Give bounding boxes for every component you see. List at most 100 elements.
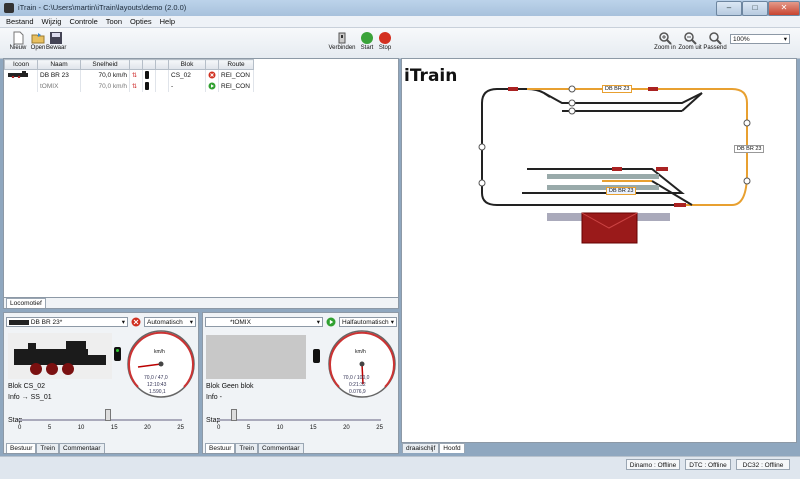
start-button[interactable]: Start <box>358 31 376 51</box>
save-button[interactable]: Bewaar <box>46 31 66 51</box>
chevron-down-icon: ▾ <box>121 319 125 326</box>
loco-block: - <box>168 81 206 92</box>
play-icon[interactable] <box>205 81 219 92</box>
tab-bestuur[interactable]: Bestuur <box>205 443 236 453</box>
zoom-out-button[interactable]: Zoom uit <box>678 31 702 51</box>
red-light-icon <box>378 31 392 45</box>
chevron-down-icon: ▾ <box>189 319 193 326</box>
speed-slider[interactable] <box>18 419 182 421</box>
tab-draaischijf[interactable]: draaischijf <box>402 443 440 453</box>
train-label-top[interactable]: DB BR 23 <box>602 85 633 93</box>
direction-icon: ⇅ <box>129 81 143 92</box>
zoom-fit-icon <box>708 31 722 45</box>
minimize-button[interactable]: – <box>716 1 742 16</box>
mode-select[interactable]: Automatisch ▾ <box>144 317 196 327</box>
connect-icon <box>335 31 349 45</box>
control-panel-1: DB BR 23* ▾ Automatisch ▾ km/h 70,0 / 47… <box>3 312 199 454</box>
loco-name: DB BR 23 <box>37 69 81 81</box>
menu-help[interactable]: Help <box>160 16 175 27</box>
status-dtc: DTC : Offline <box>685 459 731 470</box>
train-label-mid[interactable]: DB BR 23 <box>606 187 637 195</box>
status-dinamo: Dinamo : Offline <box>626 459 680 470</box>
col-route[interactable]: Route <box>218 59 254 70</box>
block-value: Geen blok <box>221 383 254 390</box>
loco-route: REI_CON <box>218 81 254 92</box>
folder-icon <box>31 31 45 45</box>
signal-icon <box>142 69 156 81</box>
new-file-icon <box>11 31 25 45</box>
stop-icon[interactable] <box>205 69 219 81</box>
step-scale: 0 5 10 15 20 25 <box>217 425 383 431</box>
block-value: CS_02 <box>23 383 45 390</box>
menu-controle[interactable]: Controle <box>69 16 97 27</box>
tab-commentaar[interactable]: Commentaar <box>257 443 304 453</box>
chevron-down-icon: ▾ <box>783 36 787 43</box>
tab-commentaar[interactable]: Commentaar <box>58 443 105 453</box>
zoom-in-button[interactable]: Zoom in <box>654 31 676 51</box>
track-layout-panel: iTrain DB BR 23 DB BR 23 DB BR 23 draais… <box>401 58 797 453</box>
stop-icon[interactable] <box>131 317 141 327</box>
loco-select[interactable]: *tOMIX ▾ <box>205 317 323 327</box>
play-icon[interactable] <box>326 317 336 327</box>
app-icon <box>4 3 14 13</box>
col-icon[interactable]: Icoon <box>4 59 38 70</box>
loco-name: tOMIX <box>37 81 81 92</box>
track-diagram <box>478 85 751 244</box>
tab-trein[interactable]: Trein <box>36 443 59 453</box>
window-title: iTrain - C:\Users\martin\iTrain\layouts\… <box>18 3 187 12</box>
speed-slider[interactable] <box>217 419 381 421</box>
table-row[interactable]: tOMIX 70,0 km/h ⇅ - REI_CON <box>4 81 254 92</box>
zoom-in-icon <box>658 31 672 45</box>
step-scale: 0 5 10 15 20 25 <box>18 425 184 431</box>
green-light-icon <box>360 31 374 45</box>
signal-icon <box>114 347 121 361</box>
info-value: - <box>219 394 222 401</box>
col-speed[interactable]: Snelheid <box>80 59 130 70</box>
save-icon <box>49 31 63 45</box>
loco-block: CS_02 <box>168 69 206 81</box>
menu-bestand[interactable]: Bestand <box>6 16 34 27</box>
menu-opties[interactable]: Opties <box>130 16 152 27</box>
layout-canvas[interactable]: iTrain DB BR 23 DB BR 23 DB BR 23 <box>402 63 778 245</box>
new-button[interactable]: Nieuw <box>8 31 28 51</box>
info-value: → SS_01 <box>21 394 52 401</box>
tab-hoofd[interactable]: Hoofd <box>439 443 465 453</box>
chevron-down-icon: ▾ <box>316 319 320 326</box>
control-panel-2: *tOMIX ▾ Halfautomatisch ▾ km/h 70,0 / 1… <box>202 312 399 454</box>
loco-image-icon <box>4 69 38 81</box>
open-button[interactable]: Open <box>28 31 48 51</box>
control2-tabs: Bestuur Trein Commentaar <box>205 443 304 453</box>
status-bar <box>0 456 800 479</box>
stop-button[interactable]: Stop <box>376 31 394 51</box>
close-button[interactable]: ✕ <box>768 1 800 16</box>
mode-select[interactable]: Halfautomatisch ▾ <box>339 317 397 327</box>
loco-select[interactable]: DB BR 23* ▾ <box>6 317 128 327</box>
toolbar: Nieuw Open Bewaar Verbinden Start Stop Z… <box>0 28 800 59</box>
slider-handle[interactable] <box>105 409 111 421</box>
zoom-out-icon <box>683 31 697 45</box>
menu-bar: Bestand Wijzig Controle Toon Opties Help <box>0 16 800 28</box>
connect-button[interactable]: Verbinden <box>328 31 356 51</box>
control1-tabs: Bestuur Trein Commentaar <box>6 443 105 453</box>
loco-photo-placeholder <box>206 335 306 379</box>
col-block[interactable]: Blok <box>168 59 206 70</box>
loco-route: REI_CON <box>218 69 254 81</box>
chevron-down-icon: ▾ <box>390 319 394 326</box>
maximize-button[interactable]: □ <box>742 1 768 16</box>
zoom-select[interactable]: 100% ▾ <box>730 34 790 44</box>
loco-speed: 70,0 km/h <box>80 81 130 92</box>
loco-photo <box>8 333 112 379</box>
menu-wijzig[interactable]: Wijzig <box>41 16 61 27</box>
menu-toon[interactable]: Toon <box>106 16 122 27</box>
table-row[interactable]: DB BR 23 70,0 km/h ⇅ CS_02 REI_CON <box>4 69 254 81</box>
tab-bestuur[interactable]: Bestuur <box>6 443 37 453</box>
status-dc32: DC32 : Offline <box>736 459 790 470</box>
layout-tabs: draaischijf Hoofd <box>402 443 465 453</box>
slider-handle[interactable] <box>231 409 237 421</box>
loco-image-icon <box>9 319 29 325</box>
col-name[interactable]: Naam <box>37 59 81 70</box>
fit-button[interactable]: Passend <box>703 31 727 51</box>
tab-trein[interactable]: Trein <box>235 443 258 453</box>
train-label-right[interactable]: DB BR 23 <box>734 145 765 153</box>
tab-locomotief[interactable]: Locomotief <box>6 298 46 308</box>
